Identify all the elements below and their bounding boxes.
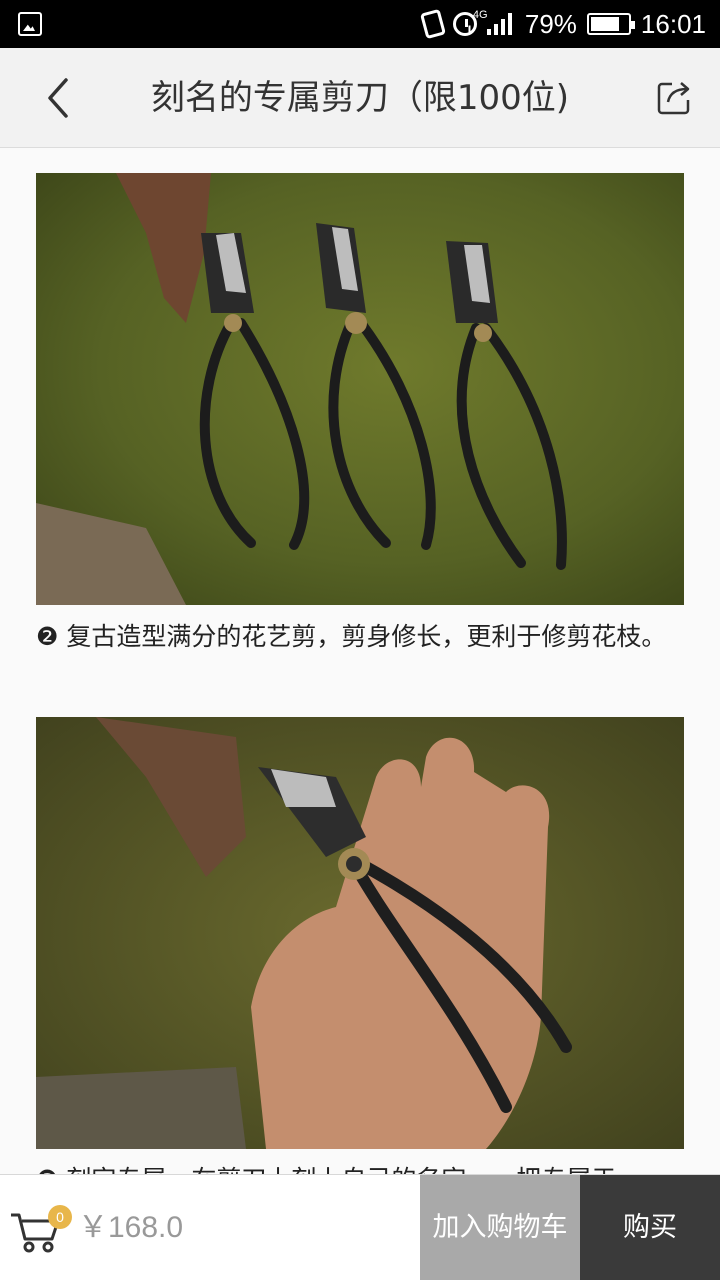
network-type: 4G: [472, 9, 488, 21]
page-title: 刻名的专属剪刀（限100位): [150, 78, 570, 118]
battery-percent: 79%: [524, 8, 577, 39]
article-content[interactable]: ❷ 复古造型满分的花艺剪，剪身修长，更利于修剪花枝。 ❸ 刻字专属，在: [0, 149, 720, 1174]
back-button[interactable]: [30, 70, 86, 126]
status-bar: 4G 79% 16:01: [0, 0, 720, 48]
product-price: ￥168.0: [78, 1211, 184, 1244]
vibrate-icon: [419, 8, 446, 40]
header: 刻名的专属剪刀（限100位): [0, 48, 720, 148]
caption-1: ❷ 复古造型满分的花艺剪，剪身修长，更利于修剪花枝。: [36, 622, 667, 651]
product-photo-hand-holding-scissors: [36, 717, 684, 1149]
status-bar-right: 4G 79% 16:01: [419, 0, 706, 48]
bottom-action-bar: 0 ￥168.0 加入购物车 购买: [0, 1174, 720, 1280]
share-icon: [657, 82, 690, 115]
buy-button[interactable]: 购买: [580, 1175, 720, 1280]
share-button[interactable]: [656, 78, 694, 116]
add-to-cart-button[interactable]: 加入购物车: [420, 1175, 580, 1280]
signal-icon: 4G: [473, 9, 515, 35]
clock: 16:01: [640, 8, 706, 39]
gallery-icon: [18, 12, 42, 36]
battery-icon: [586, 13, 635, 35]
back-arrow-icon: [48, 78, 68, 118]
product-photo-scissors-on-moss: [36, 173, 684, 605]
caption-2: ❸ 刻字专属，在剪刀上刻上自己的名字，一把专属于: [36, 1162, 688, 1174]
cart-count-badge: 0: [48, 1205, 72, 1229]
